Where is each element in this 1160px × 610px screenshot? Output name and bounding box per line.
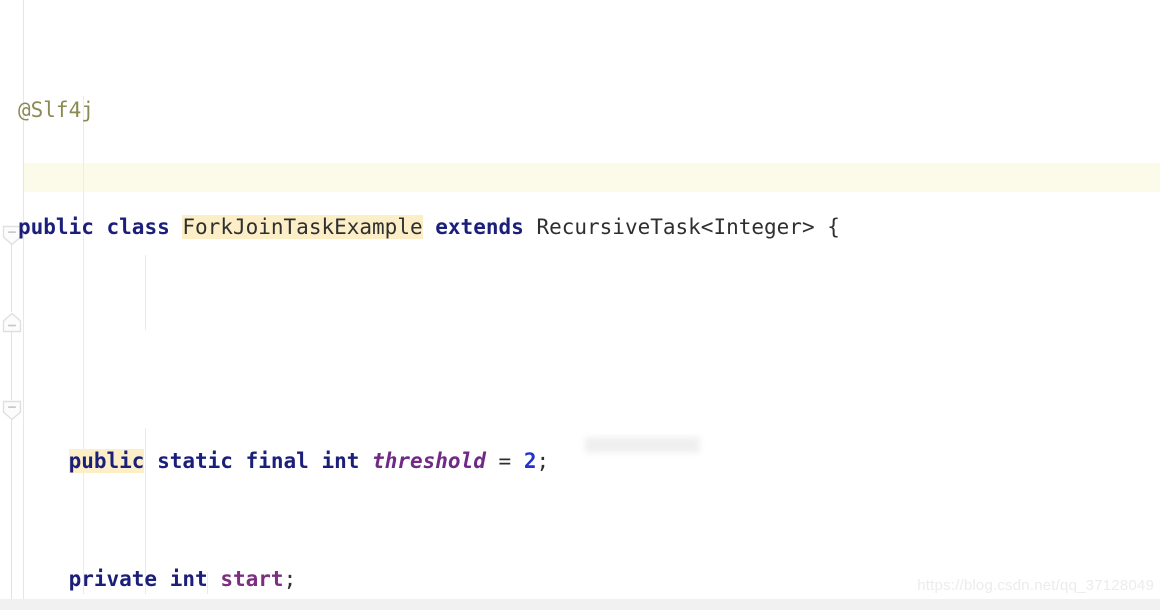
- keyword-int: int: [321, 449, 360, 474]
- annotation-slf4j: @Slf4j: [18, 97, 94, 122]
- class-name-identifier: ForkJoinTaskExample: [182, 215, 423, 240]
- code-line-class-declaration: public class ForkJoinTaskExample extends…: [18, 213, 1160, 242]
- code-line-blank-1: [18, 330, 1160, 359]
- blurred-redaction-region: [585, 437, 700, 453]
- keyword-public: public: [68, 449, 145, 474]
- watermark-url: https://blog.csdn.net/qq_37128049: [917, 577, 1154, 594]
- field-threshold: threshold: [372, 449, 486, 474]
- keyword-int: int: [169, 566, 208, 591]
- keyword-private: private: [68, 566, 158, 591]
- code-editor-screenshot: @Slf4j public class ForkJoinTaskExample …: [0, 0, 1160, 610]
- keyword-extends: extends: [435, 215, 524, 240]
- keyword-class: class: [106, 215, 170, 240]
- field-start: start: [220, 566, 284, 591]
- keyword-public: public: [18, 215, 94, 240]
- code-line-annotation-slf4j: @Slf4j: [18, 96, 1160, 125]
- fold-region-line-3: [11, 410, 12, 610]
- code-text-area[interactable]: @Slf4j public class ForkJoinTaskExample …: [18, 8, 1160, 610]
- superclass-type: RecursiveTask<Integer> {: [536, 215, 840, 240]
- keyword-final: final: [245, 449, 309, 474]
- editor-bottom-strip: [0, 599, 1160, 610]
- literal-two: 2: [523, 449, 537, 474]
- keyword-static: static: [157, 449, 233, 474]
